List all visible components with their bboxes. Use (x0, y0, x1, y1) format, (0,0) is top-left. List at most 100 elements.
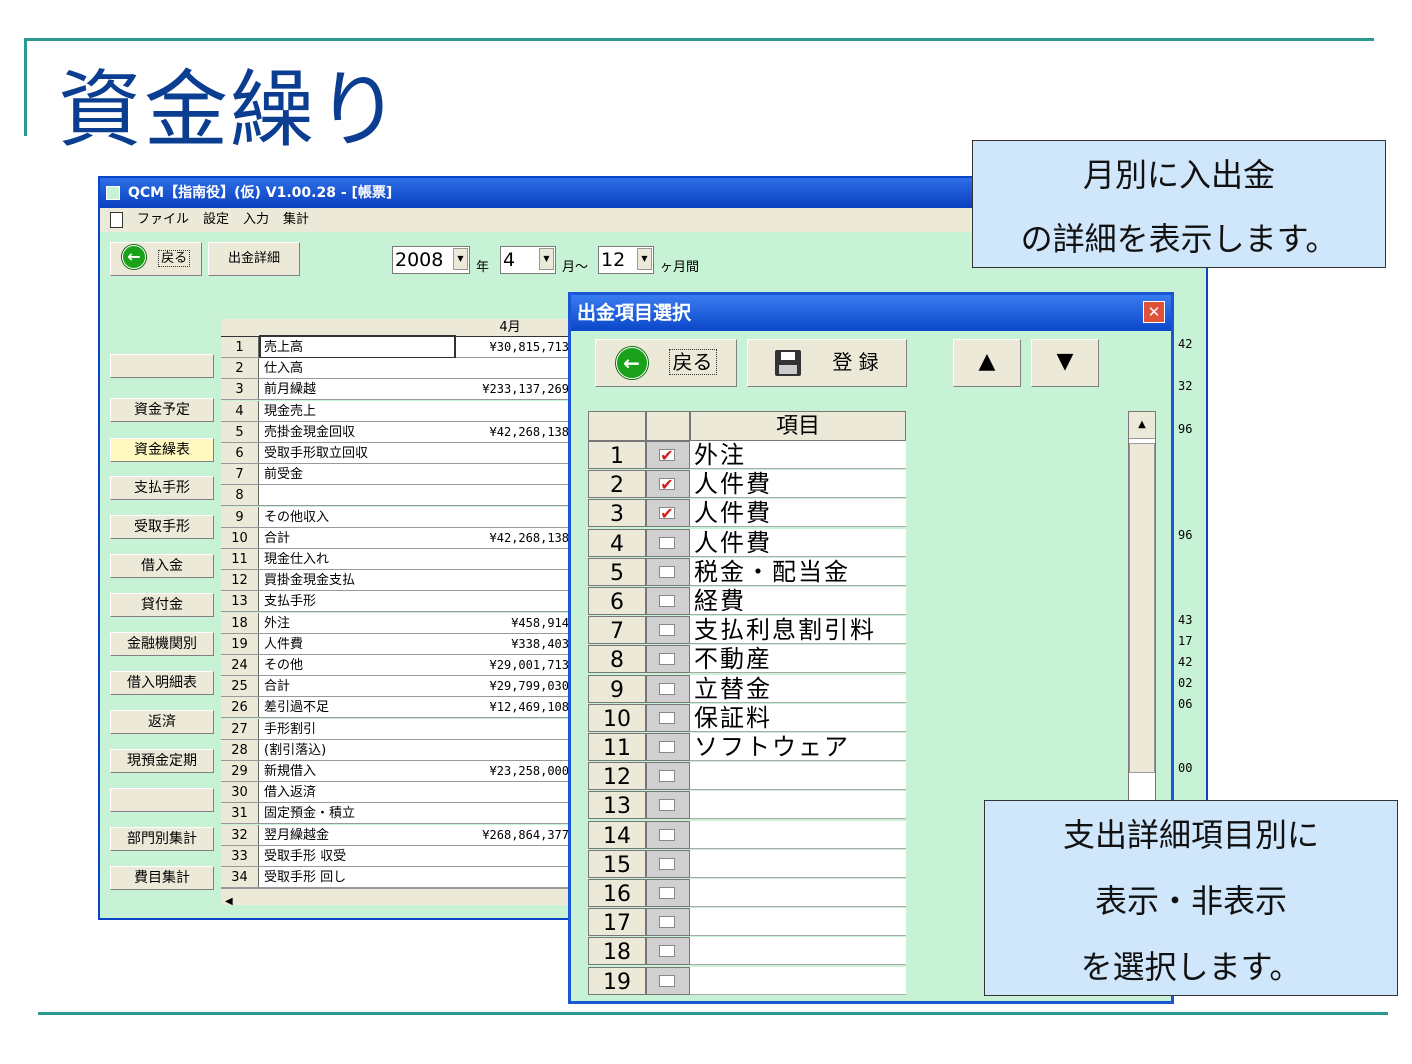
checkbox[interactable] (659, 974, 675, 987)
checkbox[interactable] (659, 711, 675, 724)
checkbox-cell[interactable] (646, 791, 690, 820)
checkbox[interactable] (659, 624, 675, 637)
scroll-left-icon[interactable]: ◀ (225, 896, 233, 907)
checkbox-cell[interactable] (646, 849, 690, 878)
table-row[interactable]: 7 前受金 (221, 464, 571, 486)
scroll-thumb[interactable] (1129, 443, 1155, 773)
list-item[interactable]: 18 (588, 937, 906, 966)
table-row[interactable]: 3 前月繰越 ¥233,137,269 (221, 379, 571, 401)
list-item[interactable]: 9 立替金 (588, 674, 906, 704)
checkbox[interactable] (659, 770, 675, 783)
sidebar-button[interactable]: 支払手形 (110, 476, 214, 500)
table-row[interactable]: 30 借入返済 (221, 782, 571, 804)
checkbox[interactable]: ✔ (659, 506, 675, 522)
checkbox-cell[interactable] (646, 557, 690, 586)
checkbox[interactable] (659, 887, 675, 899)
sidebar-button[interactable]: 現預金定期 (110, 749, 214, 773)
close-icon[interactable]: ✕ (1143, 301, 1165, 323)
table-row[interactable]: 6 受取手形取立回収 (221, 443, 571, 464)
list-item[interactable]: 7 支払利息割引料 (588, 616, 906, 645)
sidebar-button[interactable]: 借入明細表 (110, 671, 214, 695)
checkbox[interactable] (659, 799, 675, 812)
table-row[interactable]: 13 支払手形 (221, 591, 571, 613)
table-row[interactable]: 4 現金売上 (221, 400, 571, 422)
sidebar-button[interactable]: 部門別集計 (110, 827, 214, 851)
chevron-down-icon[interactable]: ▼ (637, 248, 652, 270)
list-item[interactable]: 2 ✔ 人件費 (588, 470, 906, 499)
list-item[interactable]: 19 (588, 966, 906, 996)
table-row[interactable]: 28 (割引落込) (221, 739, 571, 761)
checkbox[interactable]: ✔ (659, 477, 675, 493)
checkbox[interactable] (659, 565, 675, 578)
sidebar-button[interactable]: 資金予定 (110, 398, 214, 422)
outflow-detail-button[interactable]: 出金詳細 (208, 242, 300, 276)
list-item[interactable]: 15 (588, 849, 906, 879)
sidebar-button[interactable]: 返済 (110, 710, 214, 734)
list-item[interactable]: 13 (588, 791, 906, 820)
table-row[interactable]: 8 (221, 485, 571, 507)
checkbox[interactable] (659, 857, 675, 870)
year-select[interactable]: 2008 ▼ (392, 246, 470, 274)
table-row[interactable]: 10 合計 ¥42,268,138 (221, 527, 571, 549)
table-row[interactable]: 34 受取手形 回し (221, 867, 571, 888)
menu-aggregate[interactable]: 集計 (283, 208, 309, 232)
list-item[interactable]: 1 ✔ 外注 (588, 441, 906, 470)
list-item[interactable]: 14 (588, 820, 906, 850)
list-item[interactable]: 6 経費 (588, 587, 906, 616)
list-item[interactable]: 10 保証料 (588, 703, 906, 733)
sidebar-button[interactable]: 金融機関別 (110, 632, 214, 656)
checkbox-cell[interactable] (646, 645, 690, 674)
checkbox-cell[interactable]: ✔ (646, 499, 690, 528)
move-up-button[interactable]: ▲ (953, 339, 1021, 387)
menu-settings[interactable]: 設定 (203, 208, 229, 232)
checkbox-cell[interactable] (646, 616, 690, 645)
table-row[interactable]: 18 外注 ¥458,914 (221, 612, 571, 634)
table-row[interactable]: 32 翌月繰越金 ¥268,864,377 (221, 824, 571, 846)
scroll-up-icon[interactable]: ▲ (1129, 412, 1155, 439)
list-item[interactable]: 4 人件費 (588, 528, 906, 558)
move-down-button[interactable]: ▼ (1031, 339, 1099, 387)
checkbox-cell[interactable] (646, 762, 690, 791)
checkbox[interactable] (659, 945, 675, 958)
list-item[interactable]: 5 税金・配当金 (588, 557, 906, 587)
menu-input[interactable]: 入力 (243, 208, 269, 232)
table-row[interactable]: 27 手形割引 (221, 718, 571, 740)
sidebar-button[interactable]: 貸付金 (110, 593, 214, 617)
table-row[interactable]: 1 売上高 ¥30,815,713 (221, 335, 571, 359)
checkbox[interactable] (659, 682, 675, 695)
checkbox-cell[interactable] (646, 879, 690, 907)
list-item[interactable]: 17 (588, 908, 906, 937)
sidebar-button[interactable] (110, 354, 214, 378)
checkbox-cell[interactable] (646, 587, 690, 615)
table-row[interactable]: 9 その他収入 (221, 506, 571, 528)
checkbox-cell[interactable] (646, 908, 690, 937)
list-item[interactable]: 3 ✔ 人件費 (588, 499, 906, 528)
list-item[interactable]: 16 (588, 879, 906, 908)
checkbox-cell[interactable] (646, 703, 690, 732)
checkbox[interactable] (659, 916, 675, 929)
dialog-back-button[interactable]: ← 戻る (595, 339, 737, 387)
sidebar-button[interactable]: 借入金 (110, 554, 214, 578)
table-row[interactable]: 11 現金仕入れ (221, 549, 571, 570)
table-row[interactable]: 2 仕入高 (221, 358, 571, 380)
table-row[interactable]: 24 その他 ¥29,001,713 (221, 655, 571, 676)
checkbox-cell[interactable] (646, 674, 690, 703)
month-select[interactable]: 4 ▼ (500, 246, 556, 274)
table-row[interactable]: 33 受取手形 収受 (221, 845, 571, 867)
horizontal-scrollbar[interactable]: ◀ (221, 888, 571, 907)
sidebar-button[interactable]: 資金繰表 (110, 438, 214, 462)
sidebar-button[interactable] (110, 788, 214, 812)
chevron-down-icon[interactable]: ▼ (453, 248, 468, 270)
checkbox-cell[interactable]: ✔ (646, 441, 690, 469)
checkbox[interactable] (659, 741, 675, 753)
checkbox-cell[interactable] (646, 528, 690, 557)
table-row[interactable]: 31 固定預金・積立 (221, 803, 571, 825)
list-item[interactable]: 11 ソフトウェア (588, 733, 906, 762)
sidebar-button[interactable]: 費目集計 (110, 866, 214, 890)
checkbox[interactable] (659, 595, 675, 607)
checkbox-cell[interactable] (646, 733, 690, 761)
months-count-select[interactable]: 12 ▼ (598, 246, 654, 274)
checkbox[interactable]: ✔ (659, 448, 675, 464)
checkbox-cell[interactable] (646, 820, 690, 849)
register-button[interactable]: 登 録 (747, 339, 907, 387)
